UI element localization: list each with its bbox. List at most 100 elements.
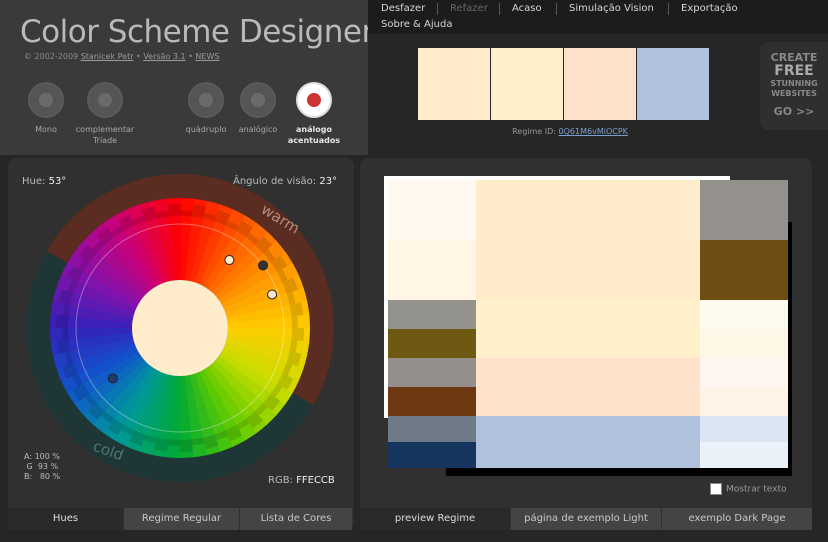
swatch-complement[interactable] <box>637 48 709 120</box>
show-text-toggle[interactable]: Mostrar texto <box>710 483 787 495</box>
preview-complement-dark <box>388 442 476 468</box>
tab-light-page[interactable]: página de exemplo Light <box>511 508 661 530</box>
g-label: G <box>26 462 33 471</box>
preview-secondary-b-dark <box>388 387 476 416</box>
menu-export[interactable]: Exportação <box>681 3 738 14</box>
analogic-dial-icon <box>240 82 276 118</box>
regime-id-label: Regime ID: <box>512 127 556 136</box>
hue-segment-shade <box>167 204 182 217</box>
a-value: 100 % <box>34 452 60 461</box>
color-wheel[interactable]: warm cold <box>24 172 340 482</box>
mono-dial-icon <box>28 82 64 118</box>
a-label: A: <box>24 452 33 461</box>
copyright-text: © 2002-2009 <box>24 52 79 61</box>
accented-analogic-dial-icon <box>296 82 332 118</box>
preview-primary-light <box>388 180 476 240</box>
angle-readout: Ângulo de visão: 23° <box>233 176 337 187</box>
preview-complement-lighter <box>700 442 788 468</box>
scheme-analogo-acentuados[interactable]: análogo acentuados <box>284 82 344 146</box>
hue-readout: Hue: 53° <box>22 176 66 187</box>
wheel-marker-dot[interactable] <box>224 255 235 266</box>
tetrad-dial-icon <box>188 82 224 118</box>
menu-random[interactable]: Acaso <box>512 3 542 14</box>
hue-segment-shade <box>291 315 298 330</box>
scheme-label: complementar Tríade <box>75 125 135 145</box>
regime-id: Regime ID: 0Q61M6vMiOCPK <box>440 127 700 136</box>
preview-complement-main <box>476 416 700 468</box>
wheel-marker-dot[interactable] <box>258 260 269 271</box>
show-text-label: Mostrar texto <box>726 484 787 495</box>
version-link[interactable]: Versão 3.1 <box>143 52 185 61</box>
menu-divider <box>556 3 557 15</box>
menu-vision-simulation[interactable]: Simulação Vision <box>569 3 654 14</box>
copyright-line: © 2002-2009 Stanicek Petr • Versão 3.1 •… <box>24 52 219 61</box>
ad-line: WEBSITES <box>771 89 817 98</box>
preview-secondary-b-main <box>476 358 700 416</box>
show-text-checkbox[interactable] <box>710 483 722 495</box>
author-link[interactable]: Stanicek Petr <box>81 52 134 61</box>
b-label: B: <box>24 472 33 481</box>
preview-secondary-a-main <box>476 300 700 358</box>
tab-preview-regime[interactable]: preview Regime <box>360 508 510 530</box>
g-value: 93 % <box>37 462 59 471</box>
angle-value: 23° <box>319 176 338 187</box>
wheel-center-swatch <box>132 280 228 376</box>
hue-value: 53° <box>48 176 67 187</box>
scheme-label: analógico <box>238 125 278 134</box>
tab-hues[interactable]: Hues <box>8 508 123 530</box>
preview-complement-gray <box>388 416 476 442</box>
menu-bar: Desfazer Refazer Acaso Simulação Vision … <box>368 0 828 34</box>
ad-line: FREE <box>774 63 814 79</box>
menu-divider <box>437 3 438 15</box>
hue-segment-shade <box>180 210 194 217</box>
tab-regime-regular[interactable]: Regime Regular <box>124 508 239 530</box>
hue-segment-shade <box>289 302 304 318</box>
b-value: 80 % <box>39 472 61 481</box>
menu-undo[interactable]: Desfazer <box>381 3 425 14</box>
preview-secondary-b-lighter <box>700 387 788 416</box>
separator-dot: • <box>136 52 141 61</box>
scheme-complementar-triade[interactable]: complementar Tríade <box>72 82 138 146</box>
hue-segment-shade <box>178 439 193 452</box>
preview-secondary-a-gray <box>388 300 476 329</box>
preview-primary-lighter <box>388 240 476 300</box>
scheme-label: Mono <box>35 125 57 134</box>
swatch-secondary-b[interactable] <box>564 48 636 120</box>
menu-divider <box>668 3 669 15</box>
ad-banner[interactable]: CREATE FREE STUNNING WEBSITES GO >> <box>760 42 828 130</box>
news-link[interactable]: NEWS <box>195 52 219 61</box>
wheel-marker-dot[interactable] <box>107 373 118 384</box>
scheme-quadruplo[interactable]: quádruplo <box>176 82 236 135</box>
preview-primary-main <box>476 180 700 300</box>
tab-lista-de-cores[interactable]: Lista de Cores <box>240 508 352 530</box>
regime-id-link[interactable]: 0Q61M6vMiOCPK <box>559 127 628 136</box>
menu-about-help[interactable]: Sobre & Ajuda <box>381 19 452 30</box>
swatch-secondary-a[interactable] <box>491 48 563 120</box>
triad-dial-icon <box>87 82 123 118</box>
hue-segment-shade <box>166 439 180 446</box>
ad-line: STUNNING <box>770 79 818 88</box>
menu-divider <box>499 3 500 15</box>
hue-label: Hue: <box>22 176 46 187</box>
preview-complement-light <box>700 416 788 442</box>
swatch-primary[interactable] <box>418 48 490 120</box>
scrollbar[interactable] <box>814 150 828 542</box>
scheme-mono[interactable]: Mono <box>16 82 76 135</box>
tab-dark-page[interactable]: exemplo Dark Page <box>662 508 812 530</box>
preview-secondary-b-light <box>700 358 788 387</box>
preview-secondary-a-dark <box>388 329 476 358</box>
angle-label: Ângulo de visão: <box>233 176 317 187</box>
scheme-analogico[interactable]: analógico <box>228 82 288 135</box>
preview-primary-gray <box>700 180 788 240</box>
preview-secondary-a-lighter <box>700 329 788 358</box>
preview-secondary-b-gray <box>388 358 476 387</box>
scheme-label: quádruplo <box>185 125 227 134</box>
menu-redo[interactable]: Refazer <box>450 3 488 14</box>
rgb-value: FFECCB <box>296 475 335 486</box>
preview-secondary-a-light <box>700 300 788 329</box>
wheel-marker-dot[interactable] <box>267 289 278 300</box>
color-percentages: A: 100 % G 93 % B: 80 % <box>24 452 60 482</box>
separator-dot: • <box>188 52 193 61</box>
hue-segment-shade <box>56 338 71 354</box>
ad-cta[interactable]: GO >> <box>760 105 828 118</box>
